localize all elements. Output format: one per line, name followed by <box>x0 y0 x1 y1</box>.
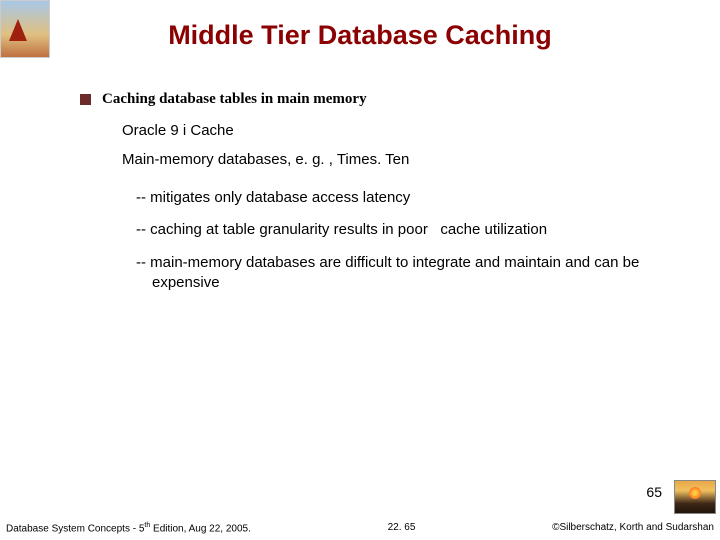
footer: Database System Concepts - 5th Edition, … <box>0 522 720 534</box>
dash-item: -- mitigates only database access latenc… <box>136 188 680 208</box>
sunset-logo <box>674 480 716 514</box>
footer-right: ©Silberschatz, Korth and Sudarshan <box>552 522 714 534</box>
lead-bullet: Caching database tables in main memory <box>80 91 680 108</box>
footer-left-post: Edition, Aug 22, 2005. <box>150 523 251 534</box>
dash-item: -- caching at table granularity results … <box>136 220 680 240</box>
footer-left: Database System Concepts - 5th Edition, … <box>6 522 251 534</box>
sub-item: Main-memory databases, e. g. , Times. Te… <box>122 151 680 168</box>
footer-left-pre: Database System Concepts - 5 <box>6 523 144 534</box>
square-bullet-icon <box>80 94 91 105</box>
page-number: 65 <box>646 484 662 500</box>
sub-item: Oracle 9 i Cache <box>122 122 680 139</box>
sailboat-logo <box>0 0 50 58</box>
lead-text: Caching database tables in main memory <box>102 91 367 107</box>
footer-center: 22. 65 <box>388 522 416 534</box>
slide-body: Caching database tables in main memory O… <box>0 91 720 293</box>
slide-title: Middle Tier Database Caching <box>0 0 720 91</box>
dash-item: -- main-memory databases are difficult t… <box>136 253 680 294</box>
